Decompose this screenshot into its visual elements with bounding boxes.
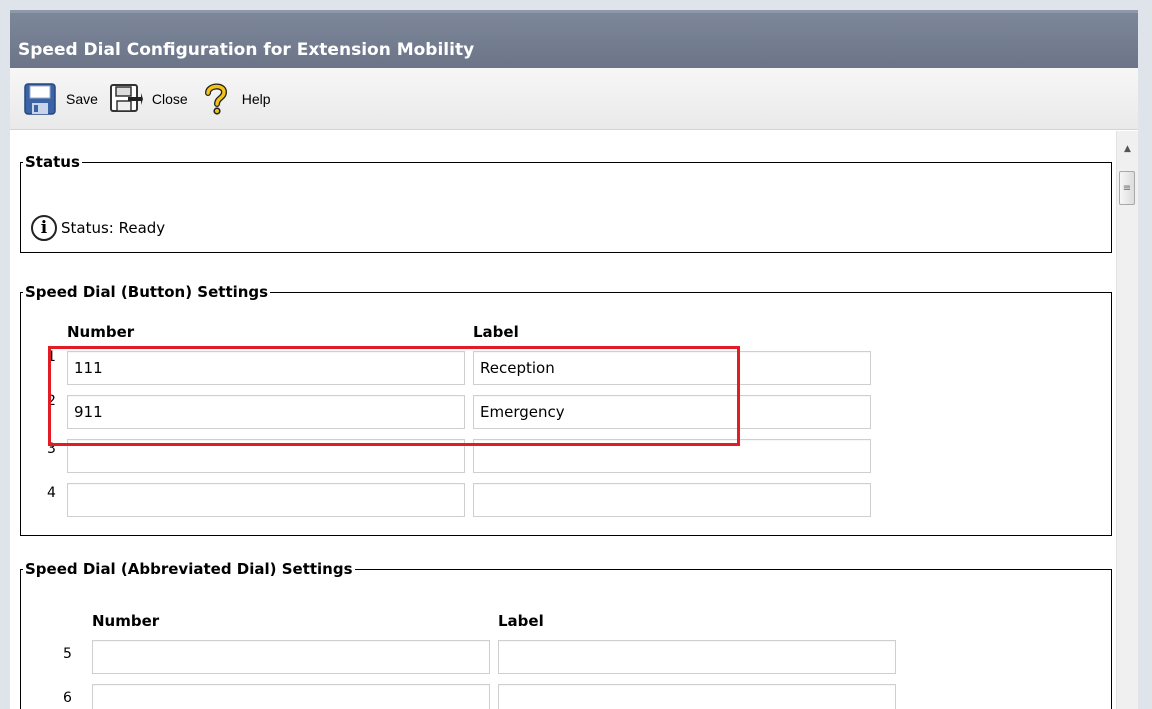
button-settings-legend: Speed Dial (Button) Settings [25, 283, 269, 301]
scroll-up-arrow-icon[interactable]: ▲ [1117, 131, 1138, 167]
number-field-4[interactable] [67, 483, 465, 517]
number-field-3[interactable] [67, 439, 465, 473]
label-column-header: Label [473, 323, 519, 341]
abbreviated-settings-section: Speed Dial (Abbreviated Dial) Settings N… [20, 560, 1112, 709]
save-icon [24, 82, 56, 115]
abbreviated-label-field-6[interactable] [498, 684, 896, 709]
toolbar: Save Close Help [10, 68, 1138, 130]
row-index: 6 [63, 690, 72, 706]
vertical-scrollbar[interactable]: ▲ ≡ [1116, 131, 1138, 709]
status-legend: Status [25, 153, 80, 171]
scroll-thumb[interactable]: ≡ [1119, 171, 1135, 205]
save-label: Save [66, 90, 98, 107]
window-title: Speed Dial Configuration for Extension M… [10, 10, 1138, 68]
close-icon [109, 83, 143, 112]
row-index: 1 [47, 349, 56, 365]
help-label: Help [241, 90, 271, 107]
close-label: Close [151, 90, 188, 107]
label-field-3[interactable] [473, 439, 871, 473]
label-field-1[interactable] [473, 351, 871, 385]
help-button[interactable]: Help [198, 81, 271, 117]
status-text: Status: Ready [61, 219, 166, 237]
status-row: i Status: Ready [31, 215, 165, 241]
help-icon [204, 83, 227, 115]
abbreviated-number-field-5[interactable] [92, 640, 490, 674]
row-index: 3 [47, 441, 56, 457]
status-section: Status i Status: Ready [20, 153, 1112, 253]
speed-dial-window: Speed Dial Configuration for Extension M… [10, 10, 1138, 709]
row-index: 5 [63, 646, 72, 662]
row-index: 2 [47, 393, 56, 409]
button-settings-section: Speed Dial (Button) Settings Number Labe… [20, 283, 1112, 536]
number-field-1[interactable] [67, 351, 465, 385]
abbreviated-label-field-5[interactable] [498, 640, 896, 674]
content-area: Status i Status: Ready Speed Dial (Butto… [10, 131, 1116, 709]
number-field-2[interactable] [67, 395, 465, 429]
abbreviated-number-header: Number [92, 612, 160, 630]
abbreviated-label-header: Label [498, 612, 544, 630]
close-button[interactable]: Close [108, 81, 188, 117]
info-icon: i [31, 215, 57, 241]
label-field-2[interactable] [473, 395, 871, 429]
number-column-header: Number [67, 323, 135, 341]
abbreviated-number-field-6[interactable] [92, 684, 490, 709]
abbreviated-settings-legend: Speed Dial (Abbreviated Dial) Settings [25, 560, 353, 578]
save-button[interactable]: Save [22, 81, 98, 117]
row-index: 4 [47, 485, 56, 501]
label-field-4[interactable] [473, 483, 871, 517]
